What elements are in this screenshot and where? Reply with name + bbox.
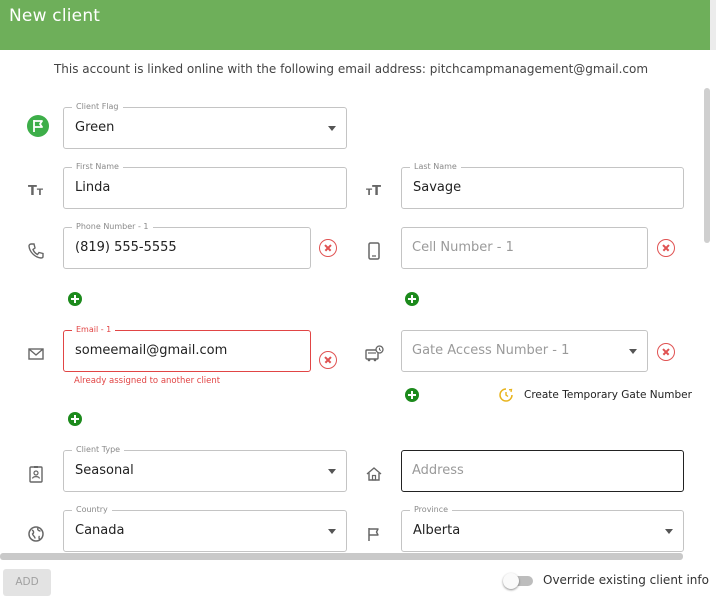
linked-email-message: This account is linked online with the f… [53, 62, 649, 76]
cell-number-field[interactable]: Cell Number - 1 [401, 227, 648, 269]
gate-access-icon [363, 343, 385, 365]
country-value: Canada [75, 523, 125, 538]
add-button[interactable]: ADD [3, 569, 51, 596]
address-field[interactable]: Address [401, 450, 684, 492]
client-flag-select[interactable]: Client Flag Green [63, 102, 347, 149]
phone-icon [25, 240, 47, 262]
client-flag-label: Client Flag [72, 102, 123, 112]
remove-cell-icon[interactable] [657, 239, 675, 257]
dialog-footer: ADD Override existing client info [0, 560, 716, 599]
gate-access-placeholder: Gate Access Number - 1 [412, 343, 570, 358]
last-name-value: Savage [413, 180, 462, 195]
phone-number-value: (819) 555-5555 [75, 240, 177, 255]
mobile-phone-icon [363, 240, 385, 262]
address-placeholder: Address [412, 463, 464, 478]
add-cell-icon[interactable] [405, 292, 419, 306]
last-name-field[interactable]: Last Name Savage [401, 162, 684, 209]
country-label: Country [72, 505, 112, 515]
add-phone-icon[interactable] [68, 292, 82, 306]
window-edge [710, 0, 716, 50]
province-label: Province [410, 505, 453, 515]
first-name-field[interactable]: First Name Linda [63, 162, 347, 209]
first-name-value: Linda [75, 180, 111, 195]
country-select[interactable]: Country Canada [63, 505, 347, 552]
remove-gate-icon[interactable] [657, 343, 675, 361]
email-label: Email - 1 [72, 325, 116, 335]
client-type-select[interactable]: Client Type Seasonal [63, 445, 347, 492]
remove-phone-icon[interactable] [319, 239, 337, 257]
clock-icon [498, 387, 514, 403]
client-flag-value: Green [75, 120, 115, 135]
gate-access-select[interactable]: Gate Access Number - 1 [401, 330, 648, 372]
last-name-label: Last Name [410, 162, 461, 172]
toggle-knob [503, 573, 519, 589]
create-temporary-gate-label: Create Temporary Gate Number [524, 389, 692, 401]
id-badge-icon [25, 463, 47, 485]
globe-icon [25, 523, 47, 545]
client-type-value: Seasonal [75, 463, 134, 478]
chevron-down-icon [665, 529, 673, 534]
dialog-title: New client [9, 6, 101, 26]
cell-number-placeholder: Cell Number - 1 [412, 240, 514, 255]
dialog-header: New client [0, 0, 710, 50]
phone-number-label: Phone Number - 1 [72, 222, 153, 232]
remove-email-icon[interactable] [319, 351, 337, 369]
province-select[interactable]: Province Alberta [401, 505, 684, 552]
chevron-down-icon [328, 529, 336, 534]
text-size-icon: TT [366, 184, 382, 199]
chevron-down-icon [629, 349, 637, 354]
chevron-down-icon [328, 126, 336, 131]
province-value: Alberta [413, 523, 461, 538]
vertical-scrollbar[interactable] [704, 88, 710, 243]
phone-number-field[interactable]: Phone Number - 1 (819) 555-5555 [63, 222, 311, 269]
add-gate-icon[interactable] [405, 388, 419, 402]
override-toggle-label: Override existing client info [543, 573, 709, 587]
chevron-down-icon [328, 469, 336, 474]
text-size-icon: TT [28, 184, 44, 199]
flag-circle-icon [27, 115, 49, 137]
first-name-label: First Name [72, 162, 123, 172]
add-email-icon[interactable] [68, 412, 82, 426]
flag-icon [363, 523, 385, 545]
email-value: someemail@gmail.com [75, 343, 228, 358]
override-toggle[interactable] [503, 573, 533, 589]
email-error-text: Already assigned to another client [74, 376, 221, 386]
horizontal-scrollbar[interactable] [0, 553, 683, 560]
home-icon [363, 463, 385, 485]
envelope-icon [25, 343, 47, 365]
client-type-label: Client Type [72, 445, 125, 455]
email-field[interactable]: Email - 1 someemail@gmail.com [63, 325, 311, 372]
dialog-content: This account is linked online with the f… [0, 50, 700, 555]
